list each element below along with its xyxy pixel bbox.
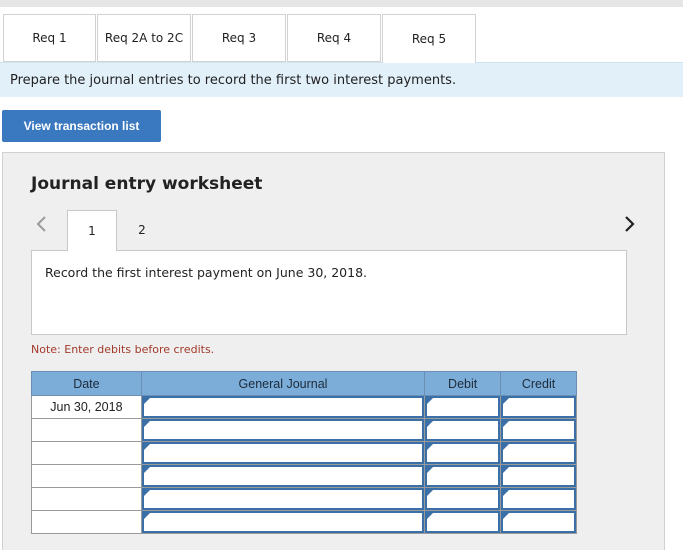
date-cell [31, 418, 142, 442]
table-row [31, 418, 577, 442]
requirement-tabs: Req 1 Req 2A to 2C Req 3 Req 4 Req 5 [3, 14, 683, 63]
date-cell: Jun 30, 2018 [31, 395, 142, 419]
chevron-left-icon[interactable] [32, 212, 52, 236]
instruction-text: Prepare the journal entries to record th… [10, 72, 457, 88]
worksheet-page-tab-2[interactable]: 2 [116, 210, 168, 250]
top-strip [0, 0, 683, 7]
table-row [31, 510, 577, 534]
journal-table: Date General Journal Debit Credit Jun 30… [31, 371, 577, 534]
credit-input[interactable] [501, 419, 576, 441]
account-input[interactable] [141, 419, 425, 441]
tab-req-5[interactable]: Req 5 [382, 14, 476, 63]
account-input[interactable] [141, 396, 425, 418]
table-row [31, 487, 577, 511]
credit-input[interactable] [501, 511, 576, 533]
debit-input[interactable] [425, 419, 501, 441]
credit-input[interactable] [501, 396, 576, 418]
tab-req-3[interactable]: Req 3 [192, 14, 286, 62]
record-instruction-box: Record the first interest payment on Jun… [31, 250, 627, 335]
credit-column-header: Credit [500, 371, 577, 396]
tab-req-4[interactable]: Req 4 [287, 14, 381, 62]
tab-req-2a-to-2c[interactable]: Req 2A to 2C [97, 14, 191, 62]
debit-input[interactable] [425, 442, 501, 464]
entry-note: Note: Enter debits before credits. [31, 343, 215, 356]
date-cell [31, 487, 142, 511]
account-input[interactable] [141, 488, 425, 510]
tab-req-1[interactable]: Req 1 [3, 14, 96, 62]
debit-input[interactable] [425, 488, 501, 510]
credit-input[interactable] [501, 465, 576, 487]
view-transaction-list-button[interactable]: View transaction list [2, 110, 161, 142]
date-cell [31, 464, 142, 488]
date-column-header: Date [31, 371, 142, 396]
debit-input[interactable] [425, 465, 501, 487]
table-row: Jun 30, 2018 [31, 395, 577, 419]
worksheet-page-tab-1[interactable]: 1 [67, 210, 117, 251]
debit-input[interactable] [425, 396, 501, 418]
chevron-right-icon[interactable] [619, 212, 639, 236]
journal-entry-worksheet: Journal entry worksheet 1 2 Record the f… [2, 152, 665, 550]
credit-input[interactable] [501, 442, 576, 464]
debit-column-header: Debit [424, 371, 502, 396]
table-row [31, 464, 577, 488]
credit-input[interactable] [501, 488, 576, 510]
debit-input[interactable] [425, 511, 501, 533]
table-row [31, 441, 577, 465]
record-instruction-text: Record the first interest payment on Jun… [45, 265, 368, 280]
date-cell [31, 510, 142, 534]
general-journal-column-header: General Journal [140, 371, 426, 396]
journal-header-row: Date General Journal Debit Credit [31, 371, 577, 396]
date-cell [31, 441, 142, 465]
account-input[interactable] [141, 442, 425, 464]
worksheet-title: Journal entry worksheet [31, 174, 263, 194]
account-input[interactable] [141, 511, 425, 533]
account-input[interactable] [141, 465, 425, 487]
instruction-bar: Prepare the journal entries to record th… [0, 62, 683, 97]
